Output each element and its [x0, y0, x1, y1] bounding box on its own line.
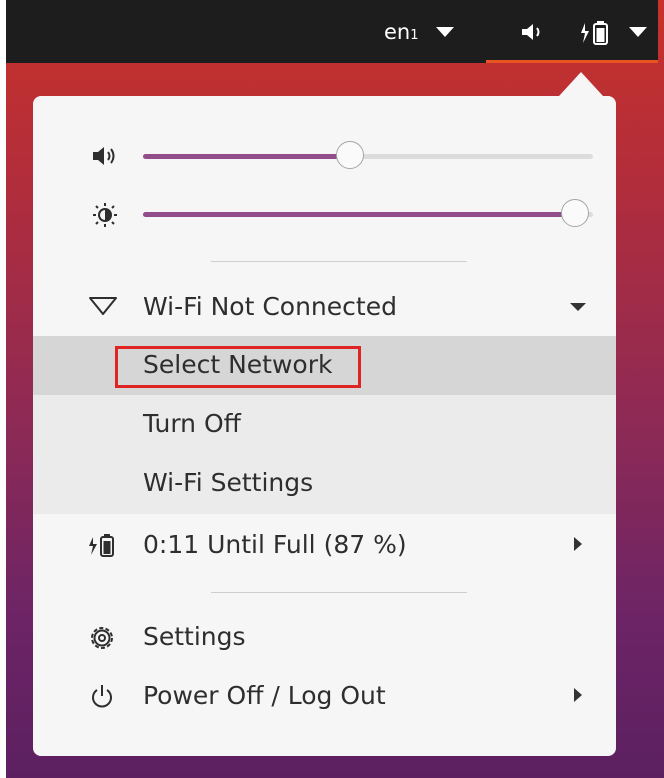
brightness-slider-row: [33, 194, 616, 234]
volume-slider-fill: [143, 154, 350, 159]
turn-off-label: Turn Off: [143, 409, 241, 438]
system-menu-chevron-icon[interactable]: [629, 27, 647, 37]
wifi-menu-item[interactable]: Wi-Fi Not Connected: [33, 278, 616, 336]
system-menu: Wi-Fi Not Connected Select Network Turn …: [33, 96, 616, 756]
volume-icon[interactable]: [520, 22, 546, 46]
volume-icon: [91, 145, 119, 171]
wifi-settings-label: Wi-Fi Settings: [143, 468, 314, 497]
separator: [211, 592, 467, 593]
volume-slider[interactable]: [143, 141, 593, 169]
keyboard-layout-indicator[interactable]: en1: [384, 20, 419, 44]
chevron-right-icon: [574, 688, 582, 702]
active-indicator: [486, 60, 658, 63]
battery-charging-icon: [88, 533, 118, 563]
chevron-down-icon[interactable]: [436, 27, 454, 37]
battery-charging-icon[interactable]: [580, 20, 612, 50]
wifi-settings-item[interactable]: Wi-Fi Settings: [33, 454, 616, 512]
separator: [211, 261, 467, 262]
top-bar: en1: [6, 0, 658, 63]
brightness-slider-fill: [143, 212, 575, 217]
settings-gear-icon: [88, 625, 116, 655]
battery-menu-item[interactable]: 0:11 Until Full (87 %): [33, 516, 616, 574]
turn-off-item[interactable]: Turn Off: [33, 395, 616, 453]
wifi-submenu: Select Network Turn Off Wi-Fi Settings: [33, 336, 616, 514]
settings-label: Settings: [143, 622, 246, 651]
volume-slider-row: [33, 136, 616, 176]
wifi-icon: [88, 295, 118, 321]
battery-status-label: 0:11 Until Full (87 %): [143, 530, 407, 559]
highlight-annotation-box: [115, 346, 361, 388]
settings-menu-item[interactable]: Settings: [33, 608, 616, 666]
brightness-icon: [91, 203, 119, 231]
power-icon: [88, 684, 116, 714]
brightness-slider[interactable]: [143, 199, 593, 227]
keyboard-layout-variant: 1: [410, 28, 419, 43]
power-menu-item[interactable]: Power Off / Log Out: [33, 667, 616, 725]
power-label: Power Off / Log Out: [143, 681, 386, 710]
chevron-down-icon: [570, 303, 586, 311]
wifi-status-label: Wi-Fi Not Connected: [143, 292, 397, 321]
select-network-item[interactable]: Select Network: [33, 336, 616, 394]
window-edge: [0, 0, 6, 778]
brightness-slider-handle[interactable]: [561, 199, 589, 227]
keyboard-layout-label: en: [384, 20, 411, 44]
menu-pointer: [559, 72, 603, 96]
volume-slider-handle[interactable]: [336, 141, 364, 169]
chevron-right-icon: [574, 537, 582, 551]
